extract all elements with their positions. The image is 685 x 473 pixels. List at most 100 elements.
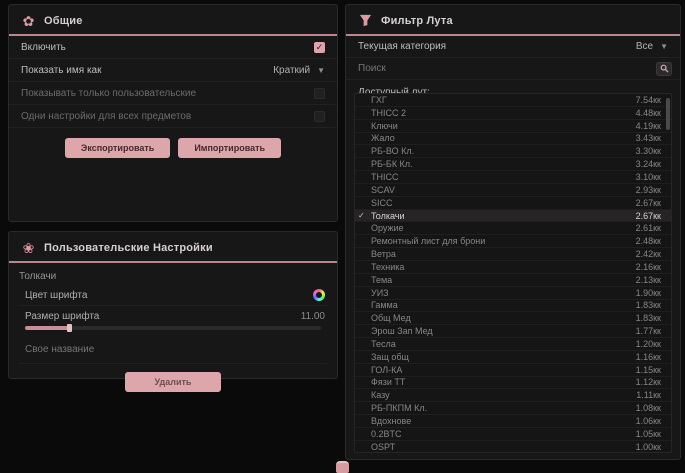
loot-list-item[interactable]: ✓ 0.2BTC 1.05кк [355,428,671,441]
same-settings-checkbox[interactable] [314,111,325,122]
category-select[interactable]: Все ▼ [636,41,668,52]
panel-drag-handle[interactable] [336,461,349,473]
loot-item-name: THICC 2 [371,108,406,118]
loot-list-item[interactable]: ✓ РБ-БК Кл. 3.24кк [355,158,671,171]
loot-item-value: 1.00кк [636,442,661,452]
loot-list-item[interactable]: ✓ Эрош Зап Мед 1.77кк [355,325,671,338]
loot-list-item[interactable]: ✓ Казу 1.11кк [355,389,671,402]
funnel-icon [358,13,373,28]
loot-list-item[interactable]: ✓ Защ общ 1.16кк [355,351,671,364]
loot-list-item[interactable]: ✓ Общ Мед 1.83кк [355,312,671,325]
only-custom-checkbox[interactable] [314,88,325,99]
loot-item-name: Фязи ТТ [371,377,405,387]
general-panel-title: Общие [44,15,83,27]
category-row: Текущая категория Все ▼ [346,36,680,58]
loot-item-value: 1.90кк [636,288,661,298]
custom-name-row [19,332,327,364]
loot-item-name: ГОЛ-КА [371,365,402,375]
loot-item-value: 1.83кк [636,300,661,310]
loot-list-item[interactable]: ✓ Ветра 2.42кк [355,248,671,261]
loot-item-value: 1.83кк [636,313,661,323]
loot-item-name: SCAV [371,185,395,195]
loot-item-value: 4.19кк [636,121,661,131]
loot-item-value: 3.24кк [636,159,661,169]
search-input[interactable] [358,63,656,74]
loot-list-item[interactable]: ✓ РБ-ВО Кл. 3.30кк [355,145,671,158]
loot-item-name: Казу [371,390,390,400]
font-size-row: Размер шрифта 11.00 [19,306,327,322]
loot-list-item[interactable]: ✓ Тесла 1.20кк [355,338,671,351]
delete-button[interactable]: Удалить [125,372,222,392]
delete-row: Удалить [9,372,337,392]
font-color-label: Цвет шрифта [25,290,87,301]
general-panel-header: ✿ Общие [9,5,337,36]
loot-rows-container: ✓ ГХГ 7.54кк ✓ THICC 2 4.48кк ✓ Ключи 4.… [355,94,671,453]
loot-item-value: 4.48кк [636,108,661,118]
font-size-label: Размер шрифта [25,311,99,322]
loot-item-value: 3.43кк [636,133,661,143]
category-value: Все [636,41,653,52]
loot-list-item[interactable]: ✓ Техника 2.16кк [355,261,671,274]
loot-item-name: Толкачи [371,211,405,221]
enable-label: Включить [21,42,66,53]
loot-list-item[interactable]: ✓ ГОЛ-КА 1.15кк [355,364,671,377]
loot-item-value: 2.61кк [636,223,661,233]
loot-item-name: Тесла [371,339,396,349]
font-size-slider[interactable] [25,326,321,330]
loot-list-item[interactable]: ✓ Ключи 4.19кк [355,120,671,133]
loot-list-item[interactable]: ✓ Гамма 1.83кк [355,300,671,313]
name-mode-select[interactable]: Краткий ▼ [273,65,325,76]
loot-filter-title: Фильтр Лута [381,15,453,27]
loot-list-item[interactable]: ✓ Толкачи 2.67кк [355,210,671,223]
loot-item-value: 2.93кк [636,185,661,195]
loot-list-item[interactable]: ✓ Вдохнове 1.06кк [355,415,671,428]
user-settings-header: ❀ Пользовательские Настройки [9,232,337,263]
loot-list-item[interactable]: ✓ УИЗ 1.90кк [355,287,671,300]
export-button[interactable]: Экспортировать [65,138,170,158]
search-row [346,58,680,80]
loot-list-item[interactable]: ✓ SCAV 2.93кк [355,184,671,197]
loot-item-name: Защ общ [371,352,409,362]
loot-item-name: РБ-ПКПМ Кл. [371,403,427,413]
setting-row-same-settings: Одни настройки для всех предметов [9,105,337,128]
selected-item-label: Толкачи [9,263,337,284]
loot-list-item[interactable]: ✓ Фязи ТТ 1.12кк [355,377,671,390]
loot-item-name: Общ Мед [371,313,411,323]
loot-item-value: 1.16кк [636,352,661,362]
loot-list-item[interactable]: ✓ Ремонтный лист для брони 2.48кк [355,235,671,248]
loot-list-item[interactable]: ✓ РБ-ПКПМ Кл. 1.08кк [355,402,671,415]
loot-item-value: 1.15кк [636,365,661,375]
chevron-down-icon: ▼ [660,42,668,51]
loot-item-name: Вдохнове [371,416,411,426]
loot-item-name: THICC [371,172,399,182]
loot-item-name: SICC [371,198,393,208]
loot-list-item[interactable]: ✓ ОSРТ 1.00кк [355,441,671,453]
loot-item-value: 3.30кк [636,146,661,156]
loot-list-item[interactable]: ✓ Оружие 2.61кк [355,222,671,235]
loot-list-item[interactable]: ✓ ГХГ 7.54кк [355,94,671,107]
loot-list-item[interactable]: ✓ Тема 2.13кк [355,274,671,287]
user-settings-title: Пользовательские Настройки [44,242,213,254]
search-icon[interactable] [656,62,672,76]
loot-item-value: 2.67кк [636,211,661,221]
loot-item-value: 1.20кк [636,339,661,349]
loot-list-scrollbar[interactable] [666,98,670,130]
loot-list-item[interactable]: ✓ THICC 2 4.48кк [355,107,671,120]
loot-item-value: 2.48кк [636,236,661,246]
paw-icon: ❀ [21,240,36,255]
loot-list-item[interactable]: ✓ SICC 2.67кк [355,197,671,210]
custom-name-input[interactable] [25,344,325,355]
same-settings-label: Одни настройки для всех предметов [21,111,191,122]
loot-list-item[interactable]: ✓ THICC 3.10кк [355,171,671,184]
color-wheel-icon[interactable] [313,289,325,301]
check-icon: ✓ [358,211,365,220]
export-import-row: Экспортировать Импортировать [9,138,337,158]
setting-row-enable: Включить ✓ [9,36,337,59]
enable-checkbox[interactable]: ✓ [314,42,325,53]
slider-thumb[interactable] [67,324,72,332]
loot-item-value: 1.77кк [636,326,661,336]
gear-icon: ✿ [21,13,36,28]
loot-list-item[interactable]: ✓ Жало 3.43кк [355,133,671,146]
loot-item-name: Эрош Зап Мед [371,326,433,336]
import-button[interactable]: Импортировать [178,138,281,158]
